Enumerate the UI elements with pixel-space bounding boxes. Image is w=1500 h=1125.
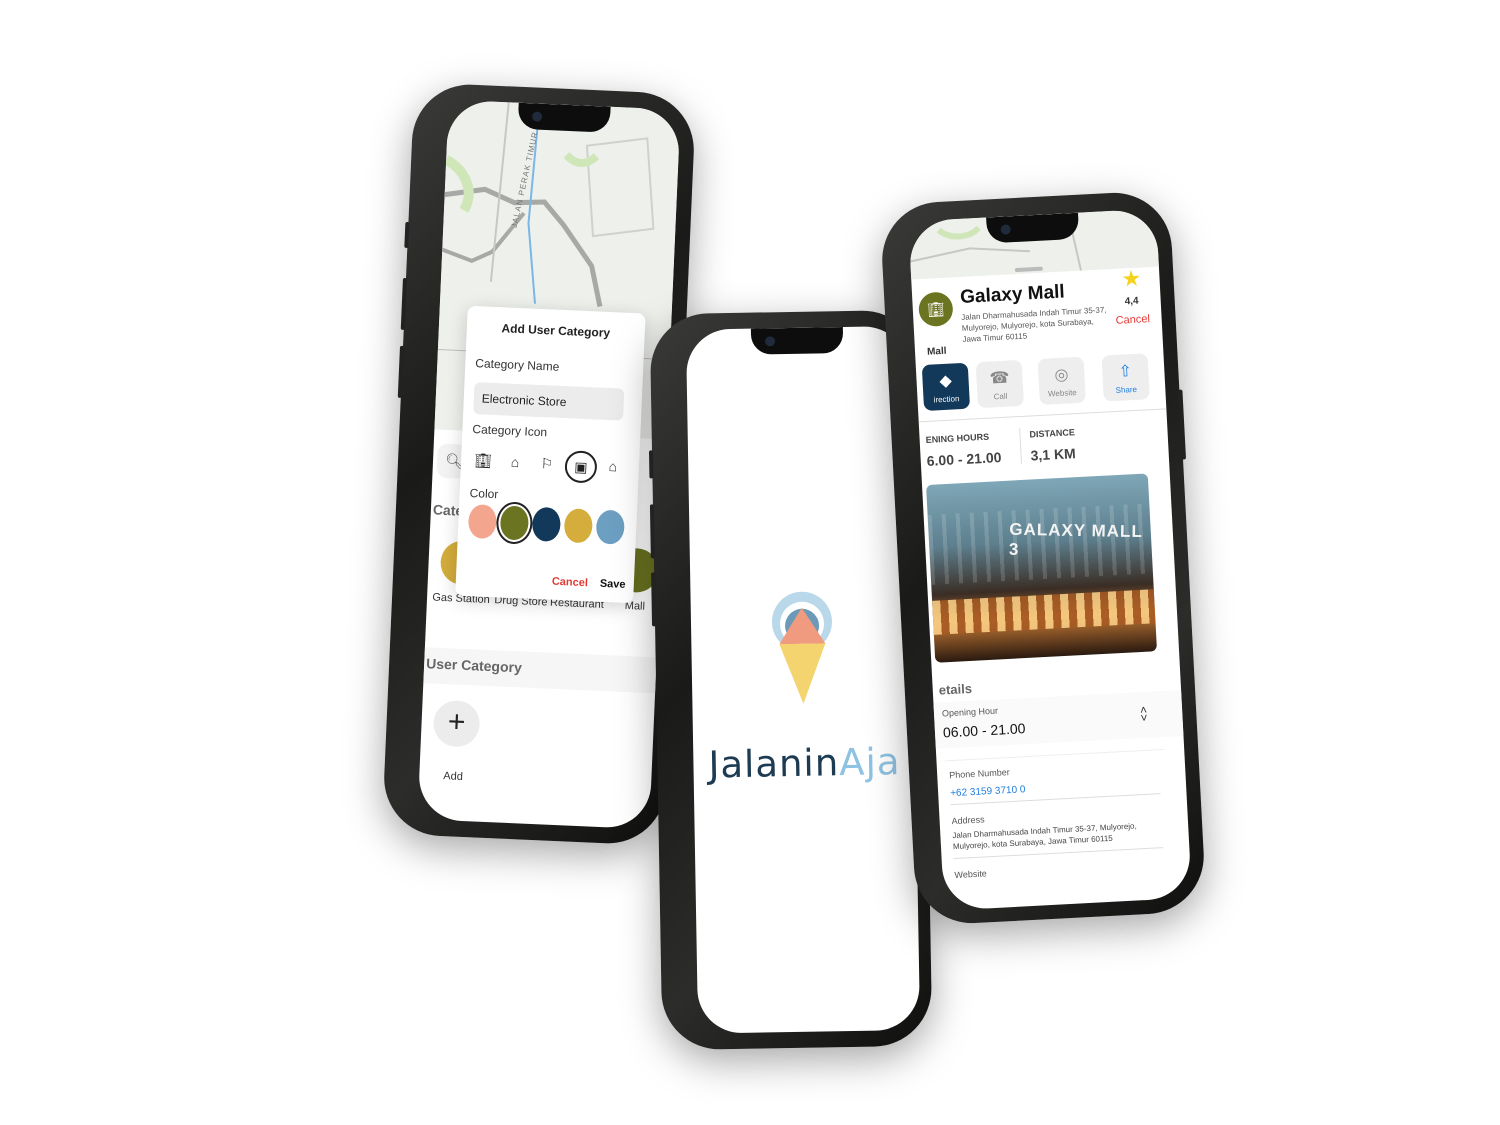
- share-button[interactable]: ⇧ Share: [1101, 353, 1150, 402]
- add-label: Add: [443, 770, 464, 783]
- website-button[interactable]: ◎ Website: [1037, 356, 1086, 405]
- photo-storefront: [932, 589, 1156, 635]
- house-icon[interactable]: ⌂: [500, 447, 529, 476]
- opening-hours-label: ENING HOURS: [925, 431, 990, 445]
- call-label: Call: [993, 391, 1008, 402]
- notch: [750, 327, 844, 355]
- add-category-dialog: Add User Category Category Name Electron…: [455, 305, 646, 604]
- color-swatch-navy[interactable]: [531, 506, 562, 542]
- volume-down-button: [397, 345, 405, 398]
- screen-left: JALAN PERAK TIMUR 🔍︎ Cate Gas Station Dr…: [417, 99, 681, 830]
- divider: [918, 408, 1167, 423]
- screen-center: JalaninAja: [685, 325, 921, 1034]
- volume-up-button: [649, 504, 655, 559]
- color-swatch-blue[interactable]: [595, 509, 626, 545]
- pin-icon[interactable]: ⚐: [532, 449, 561, 478]
- mall-photo: GALAXY MALL 3: [926, 473, 1158, 663]
- mosque-icon[interactable]: ⌂: [598, 452, 627, 481]
- globe-icon: ◎: [1054, 366, 1069, 385]
- rating-value: 4,4: [1124, 295, 1139, 308]
- star-icon: ★: [1120, 265, 1142, 292]
- volume-up-button: [400, 277, 407, 331]
- mall-building-icon: 🏢︎: [917, 291, 954, 328]
- phone-right: 🏢︎ Mall Galaxy Mall Jalan Dharmahusada I…: [879, 189, 1207, 927]
- power-button: [1178, 389, 1187, 460]
- address-value: Jalan Dharmahusada Indah Timur 35-37, Mu…: [952, 821, 1137, 852]
- icon-picker: 🏢︎ ⌂ ⚐ ▣ ⌂: [468, 446, 639, 489]
- direction-label: irection: [933, 394, 960, 405]
- brand-part-2: Aja: [838, 740, 901, 785]
- distance-label: DISTANCE: [1029, 427, 1076, 440]
- color-swatch-peach[interactable]: [467, 503, 498, 540]
- notch: [517, 102, 611, 133]
- place-address: Jalan Dharmahusada Indah Timur 35-37, Mu…: [961, 305, 1107, 344]
- website-field-label: Website: [954, 868, 988, 881]
- volume-down-button: [651, 572, 657, 627]
- brand-part-1: Jalanin: [708, 741, 840, 787]
- share-label: Share: [1115, 384, 1138, 395]
- store-icon[interactable]: ▣: [564, 450, 598, 484]
- phone-number-label: Phone Number: [948, 767, 1010, 781]
- website-label: Website: [1047, 388, 1077, 399]
- phone-icon: ☎: [989, 369, 1010, 388]
- cancel-button[interactable]: Cancel: [552, 576, 589, 590]
- details-title: etails: [938, 680, 973, 698]
- place-name: Galaxy Mall: [959, 281, 1066, 308]
- direction-icon: ◆: [939, 372, 953, 391]
- photo-sign: GALAXY MALL 3: [1008, 519, 1143, 559]
- color-picker: [463, 503, 635, 551]
- divider: [1019, 428, 1023, 465]
- chevron-up-down-icon[interactable]: ˄ ˅: [1140, 703, 1148, 725]
- category-name-label: Category Name: [475, 356, 560, 374]
- color-swatch-mustard[interactable]: [563, 508, 594, 544]
- color-swatch-olive[interactable]: [499, 505, 530, 541]
- screen-right: 🏢︎ Mall Galaxy Mall Jalan Dharmahusada I…: [908, 208, 1192, 911]
- add-category-button[interactable]: +: [432, 699, 481, 748]
- divider: [944, 748, 1165, 762]
- distance-value: 3,1 KM: [1030, 445, 1077, 464]
- save-button[interactable]: Save: [600, 578, 626, 591]
- cancel-button[interactable]: Cancel: [1115, 313, 1150, 327]
- mute-switch: [648, 450, 654, 479]
- place-category: Mall: [926, 345, 947, 358]
- location-pin-logo: [771, 591, 832, 704]
- address-label: Address: [951, 814, 985, 827]
- phone-number-link[interactable]: +62 3159 3710 0: [950, 784, 1026, 799]
- mute-switch: [404, 221, 410, 249]
- category-name-input[interactable]: Electronic Store: [473, 382, 625, 421]
- direction-button[interactable]: ◆ irection: [921, 362, 971, 412]
- color-label: Color: [469, 486, 499, 502]
- share-icon: ⇧: [1118, 363, 1133, 381]
- building-icon[interactable]: 🏢︎: [468, 446, 497, 475]
- category-icon-label: Category Icon: [472, 422, 548, 440]
- dialog-title: Add User Category: [501, 321, 611, 340]
- opening-hours-value: 6.00 - 21.00: [926, 449, 1002, 469]
- brand-wordmark: JalaninAja: [693, 740, 916, 787]
- call-button[interactable]: ☎ Call: [975, 359, 1025, 409]
- category-name-value: Electronic Store: [481, 391, 567, 410]
